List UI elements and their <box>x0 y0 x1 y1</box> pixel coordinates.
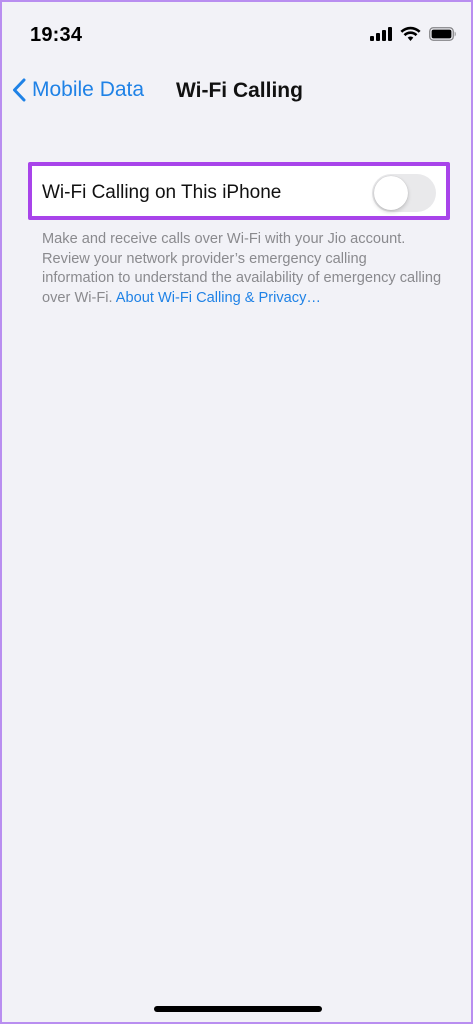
battery-icon <box>429 26 456 41</box>
status-time: 19:34 <box>30 24 83 46</box>
settings-screen: 19:34 Mobile Data Wi-Fi Calling Wi-Fi Ca… <box>0 0 473 1024</box>
status-icons <box>370 26 457 41</box>
navigation-bar: Mobile Data Wi-Fi Calling <box>2 70 471 118</box>
back-button-label: Mobile Data <box>32 78 145 101</box>
home-indicator <box>154 1006 322 1012</box>
wifi-calling-label: Wi-Fi Calling on This iPhone <box>42 182 282 203</box>
wifi-icon <box>400 26 421 41</box>
wifi-calling-cell: Wi-Fi Calling on This iPhone <box>28 162 450 220</box>
about-wifi-calling-privacy-link[interactable]: About Wi-Fi Calling & Privacy… <box>116 290 321 306</box>
back-button[interactable]: Mobile Data <box>12 78 144 102</box>
wifi-calling-description: Make and receive calls over Wi-Fi with y… <box>42 230 442 308</box>
wifi-calling-toggle[interactable] <box>372 174 436 212</box>
chevron-left-icon <box>13 78 26 102</box>
toggle-knob <box>374 176 408 210</box>
page-title: Wi-Fi Calling <box>176 79 303 102</box>
status-bar: 19:34 <box>2 2 471 70</box>
cellular-signal-icon <box>370 26 392 41</box>
